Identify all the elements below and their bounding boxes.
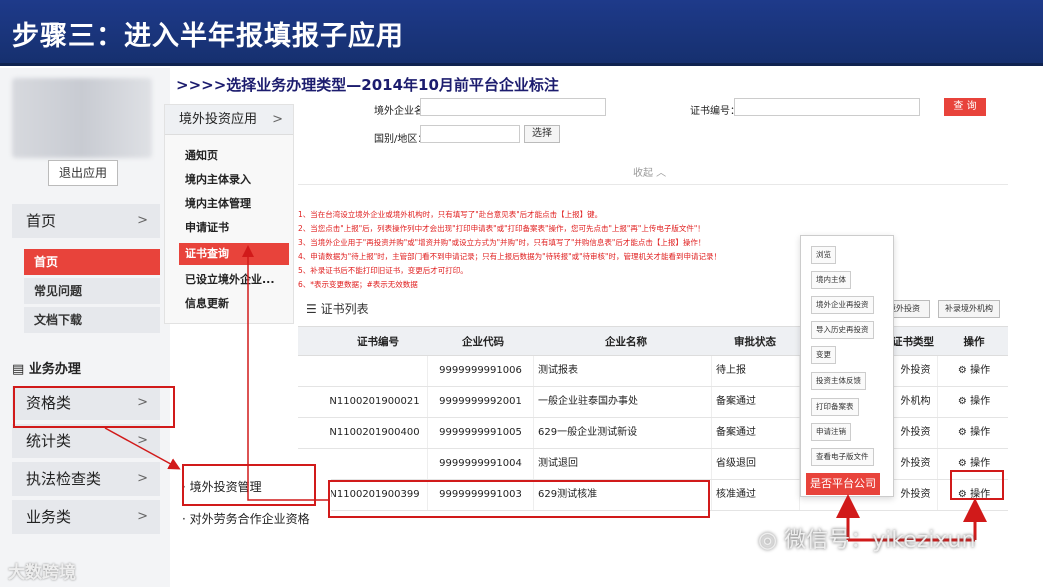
- watermark-left: 大数跨境: [8, 563, 76, 583]
- wechat-icon: ◎: [758, 528, 785, 553]
- arrow-line: [247, 462, 328, 501]
- watermark-text: 微信号：yikezixun: [784, 528, 976, 553]
- watermark-right: ◎ 微信号：yikezixun: [758, 522, 975, 554]
- annotation-arrows: [104, 245, 987, 542]
- arrow-line: [104, 427, 181, 470]
